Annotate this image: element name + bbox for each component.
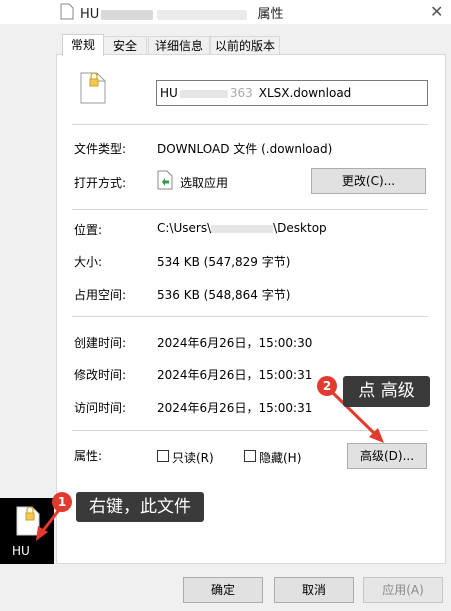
step-2-callout: 点 高级 [343,376,430,407]
annotation-arrows [36,391,384,541]
step-1-callout: 右键，此文件 [76,492,204,522]
step-1-badge: 1 [52,492,72,512]
tab-general[interactable]: 常规 [62,34,104,56]
step-2-badge: 2 [317,376,337,396]
